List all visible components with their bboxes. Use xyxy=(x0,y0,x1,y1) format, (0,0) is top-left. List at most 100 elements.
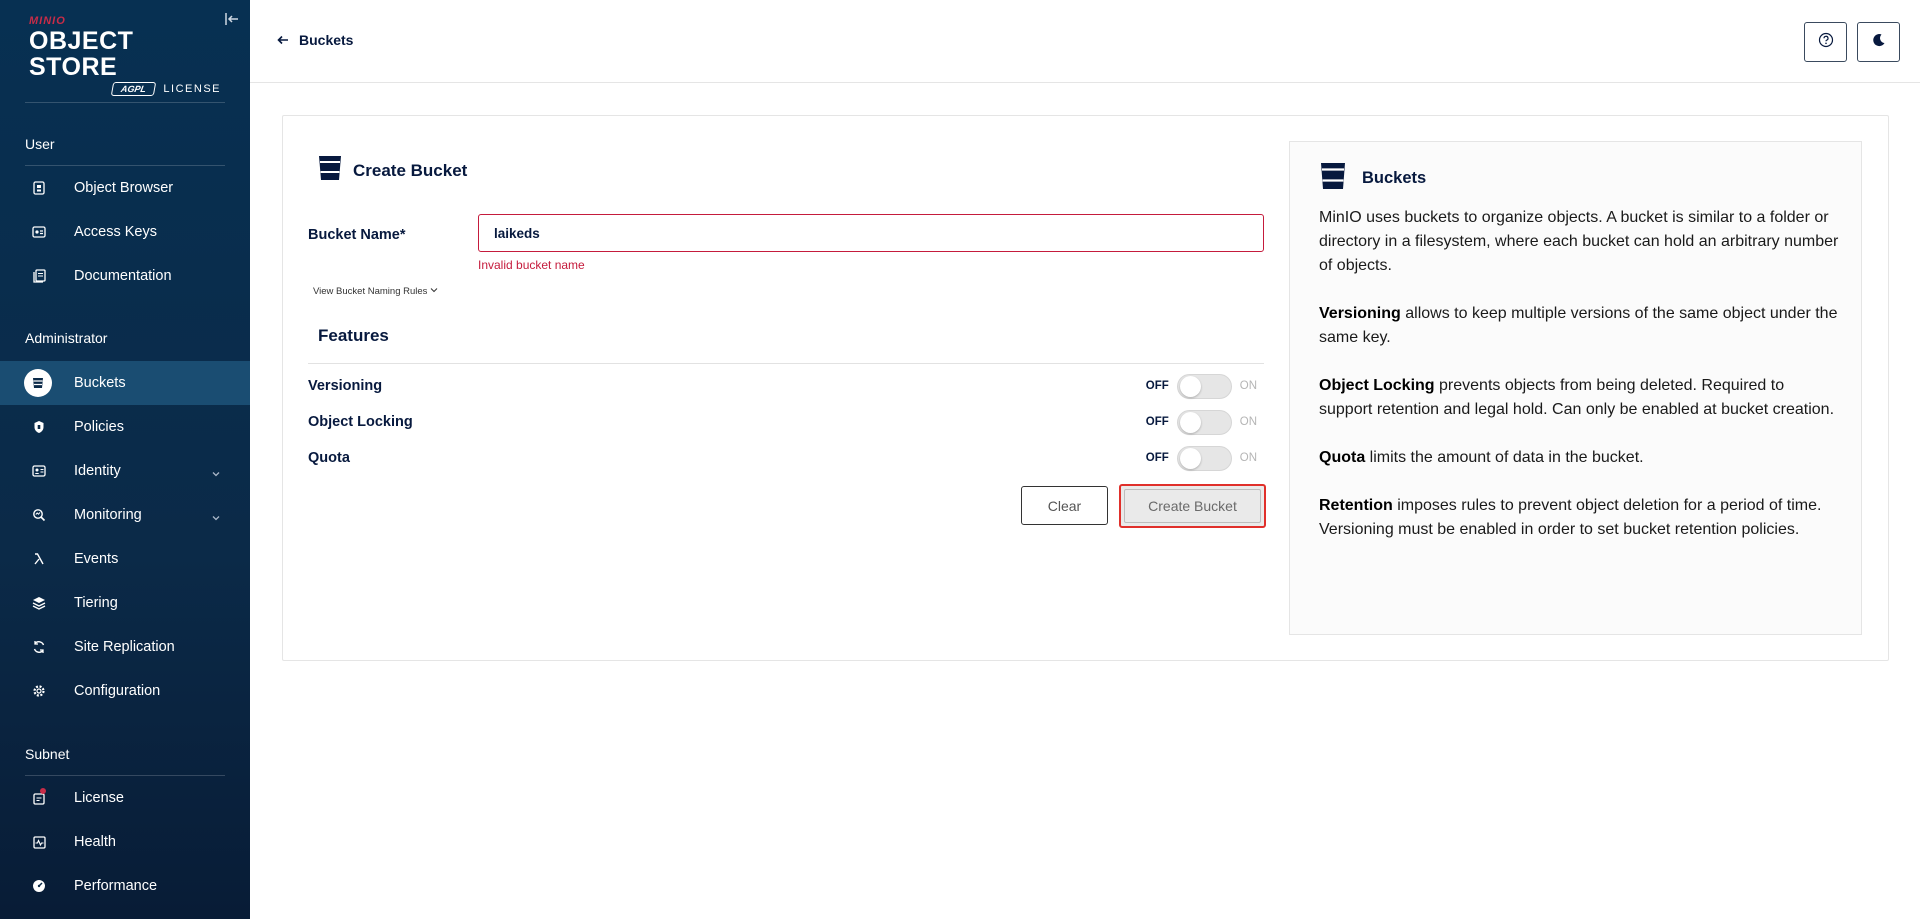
features-divider xyxy=(308,363,1264,364)
quota-toggle[interactable]: OFF ON xyxy=(1145,445,1257,471)
page-header: Buckets xyxy=(250,0,1920,83)
documentation-icon xyxy=(31,268,47,284)
feature-label: Quota xyxy=(308,450,350,466)
site-replication-icon xyxy=(31,639,47,655)
help-button[interactable] xyxy=(1804,22,1847,62)
features-heading: Features xyxy=(318,326,389,345)
feature-label: Versioning xyxy=(308,378,383,394)
bucket-icon xyxy=(1320,162,1346,195)
monitoring-icon xyxy=(31,507,47,523)
sidebar-item-label: Access Keys xyxy=(74,224,157,240)
feature-row-quota: Quota OFF ON xyxy=(308,443,1264,473)
toggle-on-label: ON xyxy=(1239,452,1257,464)
object-browser-icon xyxy=(31,180,47,196)
toggle-switch[interactable] xyxy=(1176,409,1232,435)
create-bucket-button[interactable]: Create Bucket xyxy=(1119,484,1266,528)
toggle-knob xyxy=(1179,375,1201,397)
object-locking-toggle[interactable]: OFF ON xyxy=(1145,409,1257,435)
help-term: Retention xyxy=(1319,497,1393,514)
sidebar-item-policies[interactable]: Policies xyxy=(0,405,250,449)
sidebar-item-label: Monitoring xyxy=(74,507,142,523)
toggle-knob xyxy=(1179,411,1201,433)
dark-mode-button[interactable] xyxy=(1857,22,1900,62)
arrow-left-icon xyxy=(277,32,289,48)
bucket-name-input[interactable] xyxy=(478,214,1264,252)
license-word: LICENSE xyxy=(163,83,221,95)
toggle-off-label: OFF xyxy=(1145,452,1169,464)
sidebar-item-access-keys[interactable]: Access Keys xyxy=(0,210,250,254)
identity-icon xyxy=(31,463,47,479)
help-term: Quota xyxy=(1319,449,1366,466)
sidebar-item-label: Site Replication xyxy=(74,639,175,655)
gear-icon xyxy=(31,683,47,699)
feature-row-versioning: Versioning OFF ON xyxy=(308,371,1264,401)
sidebar-item-monitoring[interactable]: Monitoring xyxy=(0,493,250,537)
sidebar-item-site-replication[interactable]: Site Replication xyxy=(0,625,250,669)
back-to-buckets-link[interactable]: Buckets xyxy=(277,32,353,48)
toggle-on-label: ON xyxy=(1239,380,1257,392)
create-bucket-title: Create Bucket xyxy=(353,160,468,180)
sidebar-item-performance[interactable]: Performance xyxy=(0,864,250,908)
notification-badge xyxy=(40,788,46,794)
chevron-down-icon[interactable] xyxy=(211,510,221,521)
help-icon xyxy=(1818,32,1834,53)
chevron-down-icon[interactable] xyxy=(211,466,221,477)
sidebar-item-label: Object Browser xyxy=(74,180,174,196)
performance-icon xyxy=(31,878,47,894)
help-heading: Buckets xyxy=(1320,162,1426,195)
help-paragraph: Retention imposes rules to prevent objec… xyxy=(1319,494,1839,542)
help-paragraph: Versioning allows to keep multiple versi… xyxy=(1319,302,1839,350)
view-naming-rules-toggle[interactable]: View Bucket Naming Rules xyxy=(313,286,438,297)
help-text: imposes rules to prevent object deletion… xyxy=(1319,497,1822,538)
toggle-switch[interactable] xyxy=(1176,373,1232,399)
sidebar-item-label: Performance xyxy=(74,878,158,894)
sidebar-item-label: Policies xyxy=(74,419,124,435)
sidebar-item-object-browser[interactable]: Object Browser xyxy=(0,166,250,210)
sidebar-section-subnet: Subnet xyxy=(25,746,70,762)
help-term: Versioning xyxy=(1319,305,1401,322)
sidebar-item-documentation[interactable]: Documentation xyxy=(0,254,250,298)
sidebar-section-administrator: Administrator xyxy=(25,330,108,346)
minio-logo[interactable]: MINIO OBJECT STORE AGPL LICENSE xyxy=(29,16,229,96)
help-paragraph: Quota limits the amount of data in the b… xyxy=(1319,446,1839,470)
toggle-off-label: OFF xyxy=(1145,416,1169,428)
sidebar-item-license[interactable]: License xyxy=(0,776,250,820)
sidebar-item-label: Documentation xyxy=(74,268,172,284)
sidebar-item-identity[interactable]: Identity xyxy=(0,449,250,493)
moon-icon xyxy=(1871,32,1887,53)
access-keys-icon xyxy=(31,224,47,240)
lambda-icon xyxy=(31,551,47,567)
sidebar-item-events[interactable]: Events xyxy=(0,537,250,581)
versioning-toggle[interactable]: OFF ON xyxy=(1145,373,1257,399)
feature-row-object-locking: Object Locking OFF ON xyxy=(308,407,1264,437)
back-label: Buckets xyxy=(299,32,354,48)
sidebar-item-label: Configuration xyxy=(74,683,161,699)
sidebar-item-configuration[interactable]: Configuration xyxy=(0,669,250,713)
naming-rules-label: View Bucket Naming Rules xyxy=(313,286,428,297)
bucket-icon xyxy=(24,369,52,397)
logo-product-name: OBJECT STORE xyxy=(29,27,134,81)
help-text: limits the amount of data in the bucket. xyxy=(1365,449,1644,466)
sidebar-divider xyxy=(25,102,225,103)
create-bucket-heading: Create Bucket xyxy=(318,155,467,186)
sidebar-item-tiering[interactable]: Tiering xyxy=(0,581,250,625)
bucket-name-label: Bucket Name* xyxy=(308,227,406,243)
sidebar-item-buckets[interactable]: Buckets xyxy=(0,361,250,405)
toggle-knob xyxy=(1179,447,1201,469)
bucket-name-error: Invalid bucket name xyxy=(478,258,585,272)
health-icon xyxy=(31,834,47,850)
sidebar: MINIO OBJECT STORE AGPL LICENSE User Obj… xyxy=(0,0,250,919)
help-term: Object Locking xyxy=(1319,377,1435,394)
sidebar-item-label: Health xyxy=(74,834,116,850)
toggle-switch[interactable] xyxy=(1176,445,1232,471)
clear-button[interactable]: Clear xyxy=(1021,486,1108,525)
collapse-sidebar-icon[interactable] xyxy=(225,12,241,28)
tiering-icon xyxy=(31,595,47,611)
help-title: Buckets xyxy=(1362,169,1427,187)
sidebar-item-label: Identity xyxy=(74,463,121,479)
chevron-down-icon xyxy=(430,286,438,297)
toggle-off-label: OFF xyxy=(1145,380,1169,392)
policies-icon xyxy=(31,419,47,435)
sidebar-item-health[interactable]: Health xyxy=(0,820,250,864)
toggle-on-label: ON xyxy=(1239,416,1257,428)
